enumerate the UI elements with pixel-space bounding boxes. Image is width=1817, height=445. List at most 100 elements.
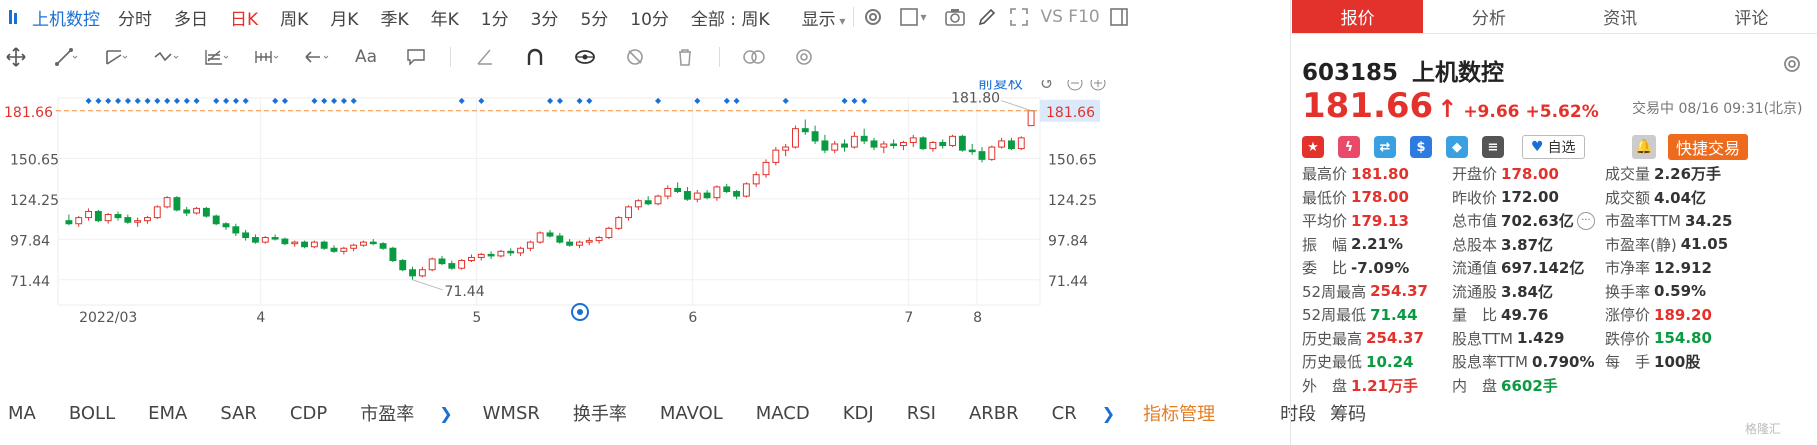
candle-body[interactable] xyxy=(212,215,220,225)
candle-body[interactable] xyxy=(831,143,839,151)
event-marker[interactable]: ◆ xyxy=(311,96,318,105)
period-tab[interactable]: 月K xyxy=(330,5,358,30)
candle-body[interactable] xyxy=(281,238,289,245)
gear-icon[interactable] xyxy=(1782,54,1802,79)
chevron-right-icon[interactable]: ❯ xyxy=(1102,404,1115,423)
candle-body[interactable] xyxy=(939,141,947,147)
candle-body[interactable] xyxy=(1008,140,1015,150)
candle-body[interactable] xyxy=(526,241,534,249)
candle-body[interactable] xyxy=(595,237,603,242)
fibonacci-icon[interactable] xyxy=(200,44,232,70)
candle-body[interactable] xyxy=(821,140,829,151)
quote-tab[interactable]: 报价 xyxy=(1292,0,1424,33)
candle-body[interactable] xyxy=(310,241,318,248)
candle-body[interactable] xyxy=(173,197,181,211)
candle-body[interactable] xyxy=(929,141,937,150)
dollar-icon[interactable]: $ xyxy=(1410,136,1432,158)
candle-body[interactable] xyxy=(890,143,898,147)
candle-body[interactable] xyxy=(114,214,122,219)
arrow-icon[interactable] xyxy=(300,44,332,70)
indicator-item[interactable]: MACD xyxy=(756,403,810,424)
event-marker[interactable]: ◆ xyxy=(243,96,250,105)
candle-body[interactable] xyxy=(949,135,956,147)
quick-trade-button[interactable]: 快捷交易 xyxy=(1668,134,1749,160)
event-marker[interactable]: ◆ xyxy=(576,96,583,105)
period-tab[interactable]: 多日 xyxy=(174,5,208,30)
channel-icon[interactable] xyxy=(100,44,132,70)
candle-body[interactable] xyxy=(85,210,92,219)
indicator-item[interactable]: ARBR xyxy=(969,403,1019,424)
event-marker[interactable]: ◆ xyxy=(478,96,485,105)
margin-icon[interactable]: ϟ xyxy=(1338,136,1360,158)
candle-body[interactable] xyxy=(163,197,171,208)
period-tab[interactable]: 季K xyxy=(380,5,408,30)
trash-icon[interactable] xyxy=(669,44,701,70)
candle-body[interactable] xyxy=(75,217,83,225)
candle-body[interactable] xyxy=(448,263,456,269)
watchlist-button[interactable]: ♥ 自选 xyxy=(1522,135,1585,159)
candle-body[interactable] xyxy=(340,247,348,252)
display-dropdown[interactable]: 显示 ▾ xyxy=(802,5,846,30)
candle-body[interactable] xyxy=(900,141,907,147)
event-marker[interactable]: ◆ xyxy=(557,96,564,105)
candle-body[interactable] xyxy=(222,223,230,228)
candle-body[interactable] xyxy=(556,235,564,243)
event-marker[interactable]: ◆ xyxy=(164,96,171,105)
cn-flag-icon[interactable]: ★ xyxy=(1302,136,1324,158)
candle-body[interactable] xyxy=(517,247,524,254)
indicator-manage-link[interactable]: 指标管理 xyxy=(1143,400,1215,426)
indicator-item[interactable]: SAR xyxy=(220,403,257,424)
candle-body[interactable] xyxy=(202,207,210,217)
quote-tab[interactable]: 评论 xyxy=(1686,0,1817,33)
candle-body[interactable] xyxy=(684,191,691,200)
candle-body[interactable] xyxy=(369,241,377,245)
indicator-item[interactable]: KDJ xyxy=(843,403,874,424)
event-marker[interactable]: ◆ xyxy=(351,96,358,105)
candle-body[interactable] xyxy=(664,187,672,197)
quote-tab[interactable]: 分析 xyxy=(1423,0,1554,33)
candle-body[interactable] xyxy=(674,187,682,193)
event-marker[interactable]: ◆ xyxy=(341,96,348,105)
candle-body[interactable] xyxy=(94,210,102,222)
candle-body[interactable] xyxy=(153,206,161,219)
candle-body[interactable] xyxy=(320,241,328,249)
event-marker[interactable]: ◆ xyxy=(223,96,230,105)
candle-body[interactable] xyxy=(124,217,132,223)
candle-body[interactable] xyxy=(958,135,966,151)
candle-body[interactable] xyxy=(772,149,780,163)
event-marker[interactable]: ◆ xyxy=(861,96,868,105)
pencil-icon[interactable] xyxy=(976,6,998,28)
indicator-item[interactable]: 市盈率 xyxy=(360,400,414,426)
candle-body[interactable] xyxy=(104,214,112,222)
candle-body[interactable] xyxy=(261,237,269,243)
candle-body[interactable] xyxy=(428,258,436,271)
magnet-icon[interactable] xyxy=(519,44,551,70)
candle-body[interactable] xyxy=(468,256,475,262)
eye-icon[interactable] xyxy=(569,44,601,70)
candle-body[interactable] xyxy=(252,237,259,243)
period-tab[interactable]: 1分 xyxy=(481,5,509,30)
candle-body[interactable] xyxy=(703,192,711,199)
candle-body[interactable] xyxy=(998,140,1006,148)
candle-body[interactable] xyxy=(713,186,721,199)
candle-body[interactable] xyxy=(654,195,662,205)
event-marker[interactable]: ◆ xyxy=(144,96,151,105)
candle-body[interactable] xyxy=(546,232,554,237)
candle-body[interactable] xyxy=(850,135,858,148)
candle-body[interactable] xyxy=(870,140,878,148)
candle-body[interactable] xyxy=(350,244,358,249)
candle-body[interactable] xyxy=(978,151,986,160)
candle-body[interactable] xyxy=(576,241,583,246)
event-marker[interactable]: ◆ xyxy=(282,96,289,105)
indicator-item[interactable]: RSI xyxy=(907,403,936,424)
settings-icon[interactable] xyxy=(788,44,820,70)
quote-tab[interactable]: 资讯 xyxy=(1555,0,1686,33)
event-marker[interactable]: ◆ xyxy=(194,96,201,105)
event-marker[interactable]: ◆ xyxy=(95,96,102,105)
stock-name-link[interactable]: 上机数控 xyxy=(32,5,100,30)
event-marker[interactable]: ◆ xyxy=(694,96,701,105)
candle-body[interactable] xyxy=(134,220,142,223)
event-marker[interactable]: ◆ xyxy=(105,96,112,105)
chevron-right-icon[interactable]: ❯ xyxy=(439,404,452,423)
connect-icon[interactable]: ⇄ xyxy=(1374,136,1396,158)
